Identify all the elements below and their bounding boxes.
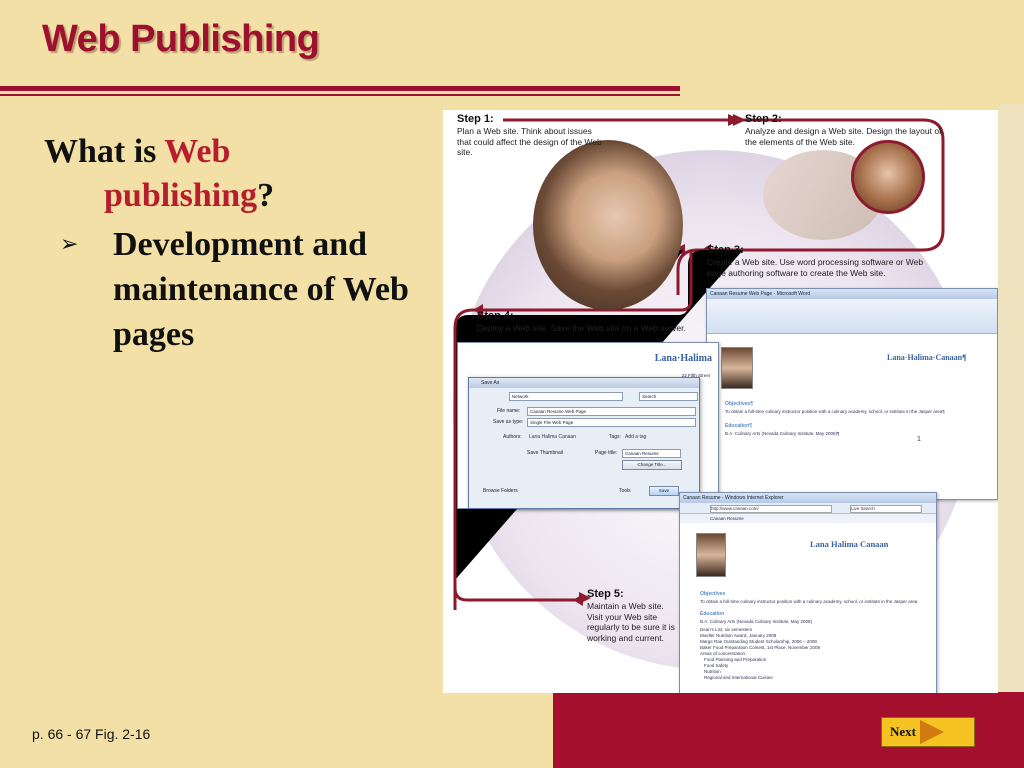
file-name-input[interactable]: Canaan Resume Web Page bbox=[527, 407, 696, 416]
location-field[interactable]: Network bbox=[509, 392, 623, 401]
step-2-text: Analyze and design a Web site. Design th… bbox=[745, 126, 942, 147]
browse-folders-button[interactable]: Browse Folders bbox=[483, 488, 518, 494]
step-3-title: Step 3: bbox=[707, 244, 744, 256]
tags-value[interactable]: Add a tag bbox=[625, 434, 646, 440]
browser-window: Canaan Resume - Windows Internet Explore… bbox=[679, 492, 937, 693]
browser-education-list: Dean's List, six semesters Moeller Nutri… bbox=[700, 627, 820, 681]
resume-photo bbox=[721, 347, 753, 389]
step-1: Step 1: Plan a Web site. Think about iss… bbox=[457, 113, 607, 158]
change-title-button[interactable]: Change Title... bbox=[622, 460, 682, 470]
question-suffix: ? bbox=[257, 177, 275, 214]
resume-name: Lana·Halima·Canaan¶ bbox=[887, 353, 967, 362]
next-arrow-icon bbox=[920, 720, 944, 744]
step-1-title: Step 1: bbox=[457, 113, 494, 125]
step-1-text: Plan a Web site. Think about issues that… bbox=[457, 126, 602, 157]
browser-address-bar: http://www.canaan.com/ Live Search bbox=[680, 503, 936, 514]
save-as-titlebar: Save As bbox=[469, 378, 699, 388]
title-divider-thin bbox=[0, 94, 680, 96]
authors-value[interactable]: Lana Halima Canaan bbox=[529, 434, 576, 440]
browser-resume-photo bbox=[696, 533, 726, 577]
search-field[interactable]: Search bbox=[639, 392, 698, 401]
next-button[interactable]: Next bbox=[881, 717, 975, 747]
step-3: Step 3: Create a Web site. Use word proc… bbox=[707, 244, 927, 278]
file-name-label: File name: bbox=[497, 408, 521, 414]
resume-objective-text: To obtain a full-time culinary instructo… bbox=[725, 409, 945, 414]
save-button[interactable]: Save bbox=[649, 486, 679, 496]
browser-titlebar: Canaan Resume - Windows Internet Explore… bbox=[680, 493, 936, 503]
save-as-dialog: Save As Network Search File name: Canaan… bbox=[468, 377, 700, 509]
browser-objective-text: To obtain a full-time culinary instructo… bbox=[700, 599, 919, 604]
figure-caption: p. 66 - 67 Fig. 2-16 bbox=[32, 726, 151, 742]
list-item: Regional and International Cuisine bbox=[704, 675, 773, 680]
deploy-resume-name: Lana·Halima bbox=[654, 353, 712, 364]
step-2-title: Step 2: bbox=[745, 113, 782, 125]
step-3-text: Create a Web site. Use word processing s… bbox=[707, 257, 924, 278]
tools-menu[interactable]: Tools bbox=[619, 488, 631, 494]
word-titlebar: Canaan Resume Web Page - Microsoft Word bbox=[707, 289, 997, 299]
browser-education: Education bbox=[700, 611, 725, 617]
save-type-select[interactable]: Single File Web Page bbox=[527, 418, 696, 427]
title-divider bbox=[0, 86, 680, 91]
browser-search-input[interactable]: Live Search bbox=[850, 505, 922, 513]
page-title-field[interactable]: Canaan Resume bbox=[622, 449, 681, 458]
question-highlight-publishing: publishing bbox=[104, 177, 258, 214]
save-type-label: Save as type: bbox=[493, 419, 524, 425]
step-5-title: Step 5: bbox=[587, 588, 624, 600]
photo-woman-portrait bbox=[851, 140, 925, 214]
resume-school: B.A. Culinary Arts (Nevada Culinary Inst… bbox=[725, 431, 840, 436]
browser-objectives: Objectives bbox=[700, 591, 726, 597]
web-publishing-figure: Step 1: Plan a Web site. Think about iss… bbox=[443, 110, 998, 693]
slide-title: Web Publishing bbox=[42, 18, 320, 60]
browser-resume-name: Lana Halima Canaan bbox=[810, 539, 889, 549]
question-prefix: What is bbox=[44, 133, 165, 170]
word-ribbon[interactable] bbox=[707, 299, 997, 334]
tags-label: Tags: bbox=[609, 434, 621, 440]
question-text: What is Web publishing? bbox=[44, 130, 274, 218]
step-5-text: Maintain a Web site. Visit your Web site… bbox=[587, 601, 675, 643]
bullet-arrow-icon: ➢ bbox=[60, 232, 79, 257]
step-4-title: Step 4: bbox=[477, 310, 514, 322]
bullet-text: Development and maintenance of Web pages bbox=[113, 226, 409, 353]
step-4: Step 4: Deploy a Web site. Save the Web … bbox=[477, 310, 707, 334]
browser-school: B.A. Culinary Arts (Nevada Culinary Inst… bbox=[700, 619, 813, 624]
browser-url-input[interactable]: http://www.canaan.com/ bbox=[710, 505, 832, 513]
page-number: 1 bbox=[917, 436, 921, 443]
next-label: Next bbox=[890, 724, 916, 739]
authors-label: Authors: bbox=[503, 434, 522, 440]
save-thumbnail-checkbox[interactable]: Save Thumbnail bbox=[527, 450, 563, 456]
question-highlight-web: Web bbox=[164, 133, 231, 170]
step-5: Step 5: Maintain a Web site. Visit your … bbox=[587, 588, 679, 643]
page-title-label: Page title: bbox=[595, 450, 618, 456]
side-band bbox=[998, 104, 1024, 704]
photo-woman-thinking bbox=[533, 140, 683, 310]
resume-education: Education¶ bbox=[725, 423, 752, 429]
word-window: Canaan Resume Web Page - Microsoft Word … bbox=[706, 288, 998, 500]
step-2: Step 2: Analyze and design a Web site. D… bbox=[745, 113, 955, 147]
step-4-text: Deploy a Web site. Save the Web site on … bbox=[477, 323, 686, 333]
resume-objectives: Objectives¶ bbox=[725, 401, 754, 407]
browser-tab[interactable]: Canaan Resume bbox=[680, 514, 936, 523]
